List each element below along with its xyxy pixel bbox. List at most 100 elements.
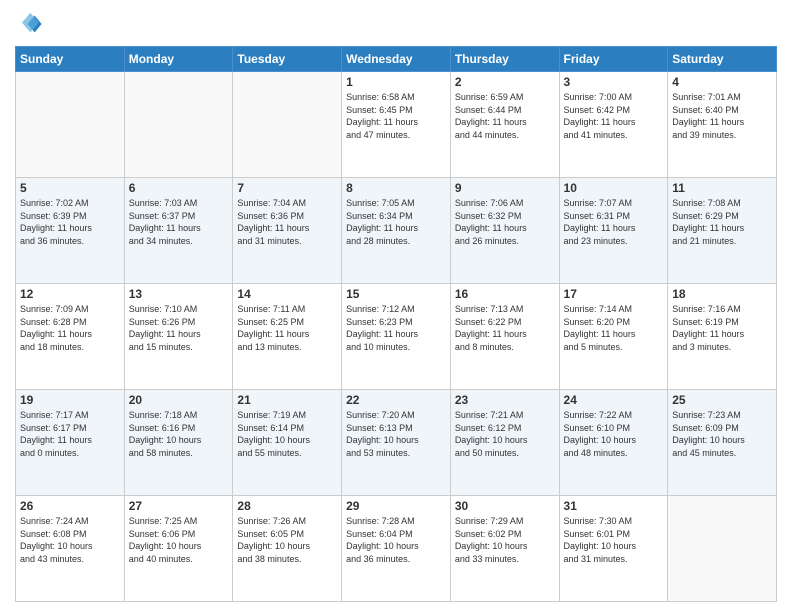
day-info: Sunrise: 7:16 AMSunset: 6:19 PMDaylight:… <box>672 303 772 353</box>
day-number: 23 <box>455 393 555 407</box>
col-header-sunday: Sunday <box>16 47 125 72</box>
logo <box>15 10 47 38</box>
day-cell: 4 Sunrise: 7:01 AMSunset: 6:40 PMDaylight… <box>668 72 777 178</box>
day-info: Sunrise: 6:58 AMSunset: 6:45 PMDaylight:… <box>346 91 446 141</box>
col-header-saturday: Saturday <box>668 47 777 72</box>
week-row-2: 5 Sunrise: 7:02 AMSunset: 6:39 PMDaylight… <box>16 178 777 284</box>
day-info: Sunrise: 7:23 AMSunset: 6:09 PMDaylight:… <box>672 409 772 459</box>
day-info: Sunrise: 7:18 AMSunset: 6:16 PMDaylight:… <box>129 409 229 459</box>
day-info: Sunrise: 7:21 AMSunset: 6:12 PMDaylight:… <box>455 409 555 459</box>
page: SundayMondayTuesdayWednesdayThursdayFrid… <box>0 0 792 612</box>
day-number: 5 <box>20 181 120 195</box>
day-number: 2 <box>455 75 555 89</box>
day-number: 28 <box>237 499 337 513</box>
day-info: Sunrise: 7:08 AMSunset: 6:29 PMDaylight:… <box>672 197 772 247</box>
day-cell: 18 Sunrise: 7:16 AMSunset: 6:19 PMDayligh… <box>668 284 777 390</box>
day-cell: 3 Sunrise: 7:00 AMSunset: 6:42 PMDaylight… <box>559 72 668 178</box>
day-info: Sunrise: 7:06 AMSunset: 6:32 PMDaylight:… <box>455 197 555 247</box>
day-info: Sunrise: 7:00 AMSunset: 6:42 PMDaylight:… <box>564 91 664 141</box>
day-cell: 22 Sunrise: 7:20 AMSunset: 6:13 PMDayligh… <box>342 390 451 496</box>
day-cell: 28Sunrise: 7:26 AMSunset: 6:05 PMDayligh… <box>233 496 342 602</box>
day-number: 4 <box>672 75 772 89</box>
day-cell: 6 Sunrise: 7:03 AMSunset: 6:37 PMDaylight… <box>124 178 233 284</box>
day-info: Sunrise: 7:01 AMSunset: 6:40 PMDaylight:… <box>672 91 772 141</box>
day-info: Sunrise: 7:25 AMSunset: 6:06 PMDaylight:… <box>129 515 229 565</box>
day-cell: 5 Sunrise: 7:02 AMSunset: 6:39 PMDaylight… <box>16 178 125 284</box>
day-number: 31 <box>564 499 664 513</box>
day-cell <box>668 496 777 602</box>
day-info: Sunrise: 7:19 AMSunset: 6:14 PMDaylight:… <box>237 409 337 459</box>
day-number: 30 <box>455 499 555 513</box>
day-number: 20 <box>129 393 229 407</box>
day-number: 12 <box>20 287 120 301</box>
col-header-tuesday: Tuesday <box>233 47 342 72</box>
col-header-wednesday: Wednesday <box>342 47 451 72</box>
calendar-table: SundayMondayTuesdayWednesdayThursdayFrid… <box>15 46 777 602</box>
day-number: 22 <box>346 393 446 407</box>
day-info: Sunrise: 7:12 AMSunset: 6:23 PMDaylight:… <box>346 303 446 353</box>
header <box>15 10 777 38</box>
day-info: Sunrise: 7:11 AMSunset: 6:25 PMDaylight:… <box>237 303 337 353</box>
day-info: Sunrise: 7:04 AMSunset: 6:36 PMDaylight:… <box>237 197 337 247</box>
day-number: 14 <box>237 287 337 301</box>
col-header-friday: Friday <box>559 47 668 72</box>
day-number: 7 <box>237 181 337 195</box>
day-number: 27 <box>129 499 229 513</box>
day-number: 26 <box>20 499 120 513</box>
day-info: Sunrise: 7:07 AMSunset: 6:31 PMDaylight:… <box>564 197 664 247</box>
day-number: 10 <box>564 181 664 195</box>
day-number: 21 <box>237 393 337 407</box>
day-info: Sunrise: 7:17 AMSunset: 6:17 PMDaylight:… <box>20 409 120 459</box>
week-row-5: 26 Sunrise: 7:24 AMSunset: 6:08 PMDayligh… <box>16 496 777 602</box>
day-cell: 2Sunrise: 6:59 AMSunset: 6:44 PMDaylight… <box>450 72 559 178</box>
day-info: Sunrise: 7:30 AMSunset: 6:01 PMDaylight:… <box>564 515 664 565</box>
col-header-thursday: Thursday <box>450 47 559 72</box>
day-cell: 17 Sunrise: 7:14 AMSunset: 6:20 PMDayligh… <box>559 284 668 390</box>
day-info: Sunrise: 7:05 AMSunset: 6:34 PMDaylight:… <box>346 197 446 247</box>
day-cell <box>124 72 233 178</box>
day-cell <box>16 72 125 178</box>
day-info: Sunrise: 7:02 AMSunset: 6:39 PMDaylight:… <box>20 197 120 247</box>
day-number: 13 <box>129 287 229 301</box>
day-cell: 30 Sunrise: 7:29 AMSunset: 6:02 PMDayligh… <box>450 496 559 602</box>
day-number: 3 <box>564 75 664 89</box>
day-cell <box>233 72 342 178</box>
day-cell: 11 Sunrise: 7:08 AMSunset: 6:29 PMDayligh… <box>668 178 777 284</box>
day-info: Sunrise: 7:22 AMSunset: 6:10 PMDaylight:… <box>564 409 664 459</box>
logo-icon <box>15 10 43 38</box>
day-cell: 1 Sunrise: 6:58 AMSunset: 6:45 PMDaylight… <box>342 72 451 178</box>
day-cell: 29 Sunrise: 7:28 AMSunset: 6:04 PMDayligh… <box>342 496 451 602</box>
day-number: 15 <box>346 287 446 301</box>
day-cell: 27 Sunrise: 7:25 AMSunset: 6:06 PMDayligh… <box>124 496 233 602</box>
week-row-4: 19 Sunrise: 7:17 AMSunset: 6:17 PMDayligh… <box>16 390 777 496</box>
day-info: Sunrise: 7:28 AMSunset: 6:04 PMDaylight:… <box>346 515 446 565</box>
day-number: 11 <box>672 181 772 195</box>
day-info: Sunrise: 7:29 AMSunset: 6:02 PMDaylight:… <box>455 515 555 565</box>
day-cell: 21 Sunrise: 7:19 AMSunset: 6:14 PMDayligh… <box>233 390 342 496</box>
day-info: Sunrise: 7:10 AMSunset: 6:26 PMDaylight:… <box>129 303 229 353</box>
day-info: Sunrise: 7:24 AMSunset: 6:08 PMDaylight:… <box>20 515 120 565</box>
day-info: Sunrise: 7:20 AMSunset: 6:13 PMDaylight:… <box>346 409 446 459</box>
day-number: 1 <box>346 75 446 89</box>
day-cell: 7 Sunrise: 7:04 AMSunset: 6:36 PMDaylight… <box>233 178 342 284</box>
day-cell: 10 Sunrise: 7:07 AMSunset: 6:31 PMDayligh… <box>559 178 668 284</box>
day-number: 29 <box>346 499 446 513</box>
day-cell: 20 Sunrise: 7:18 AMSunset: 6:16 PMDayligh… <box>124 390 233 496</box>
day-info: Sunrise: 7:09 AMSunset: 6:28 PMDaylight:… <box>20 303 120 353</box>
day-cell: 26 Sunrise: 7:24 AMSunset: 6:08 PMDayligh… <box>16 496 125 602</box>
day-cell: 16Sunrise: 7:13 AMSunset: 6:22 PMDayligh… <box>450 284 559 390</box>
day-cell: 25 Sunrise: 7:23 AMSunset: 6:09 PMDayligh… <box>668 390 777 496</box>
day-info: Sunrise: 7:13 AMSunset: 6:22 PMDaylight:… <box>455 303 555 353</box>
day-number: 24 <box>564 393 664 407</box>
day-number: 25 <box>672 393 772 407</box>
day-number: 18 <box>672 287 772 301</box>
day-cell: 14 Sunrise: 7:11 AMSunset: 6:25 PMDayligh… <box>233 284 342 390</box>
day-number: 6 <box>129 181 229 195</box>
day-cell: 31 Sunrise: 7:30 AMSunset: 6:01 PMDayligh… <box>559 496 668 602</box>
day-info: Sunrise: 7:03 AMSunset: 6:37 PMDaylight:… <box>129 197 229 247</box>
day-number: 19 <box>20 393 120 407</box>
day-number: 17 <box>564 287 664 301</box>
day-info: Sunrise: 7:14 AMSunset: 6:20 PMDaylight:… <box>564 303 664 353</box>
day-cell: 9Sunrise: 7:06 AMSunset: 6:32 PMDaylight… <box>450 178 559 284</box>
col-header-monday: Monday <box>124 47 233 72</box>
